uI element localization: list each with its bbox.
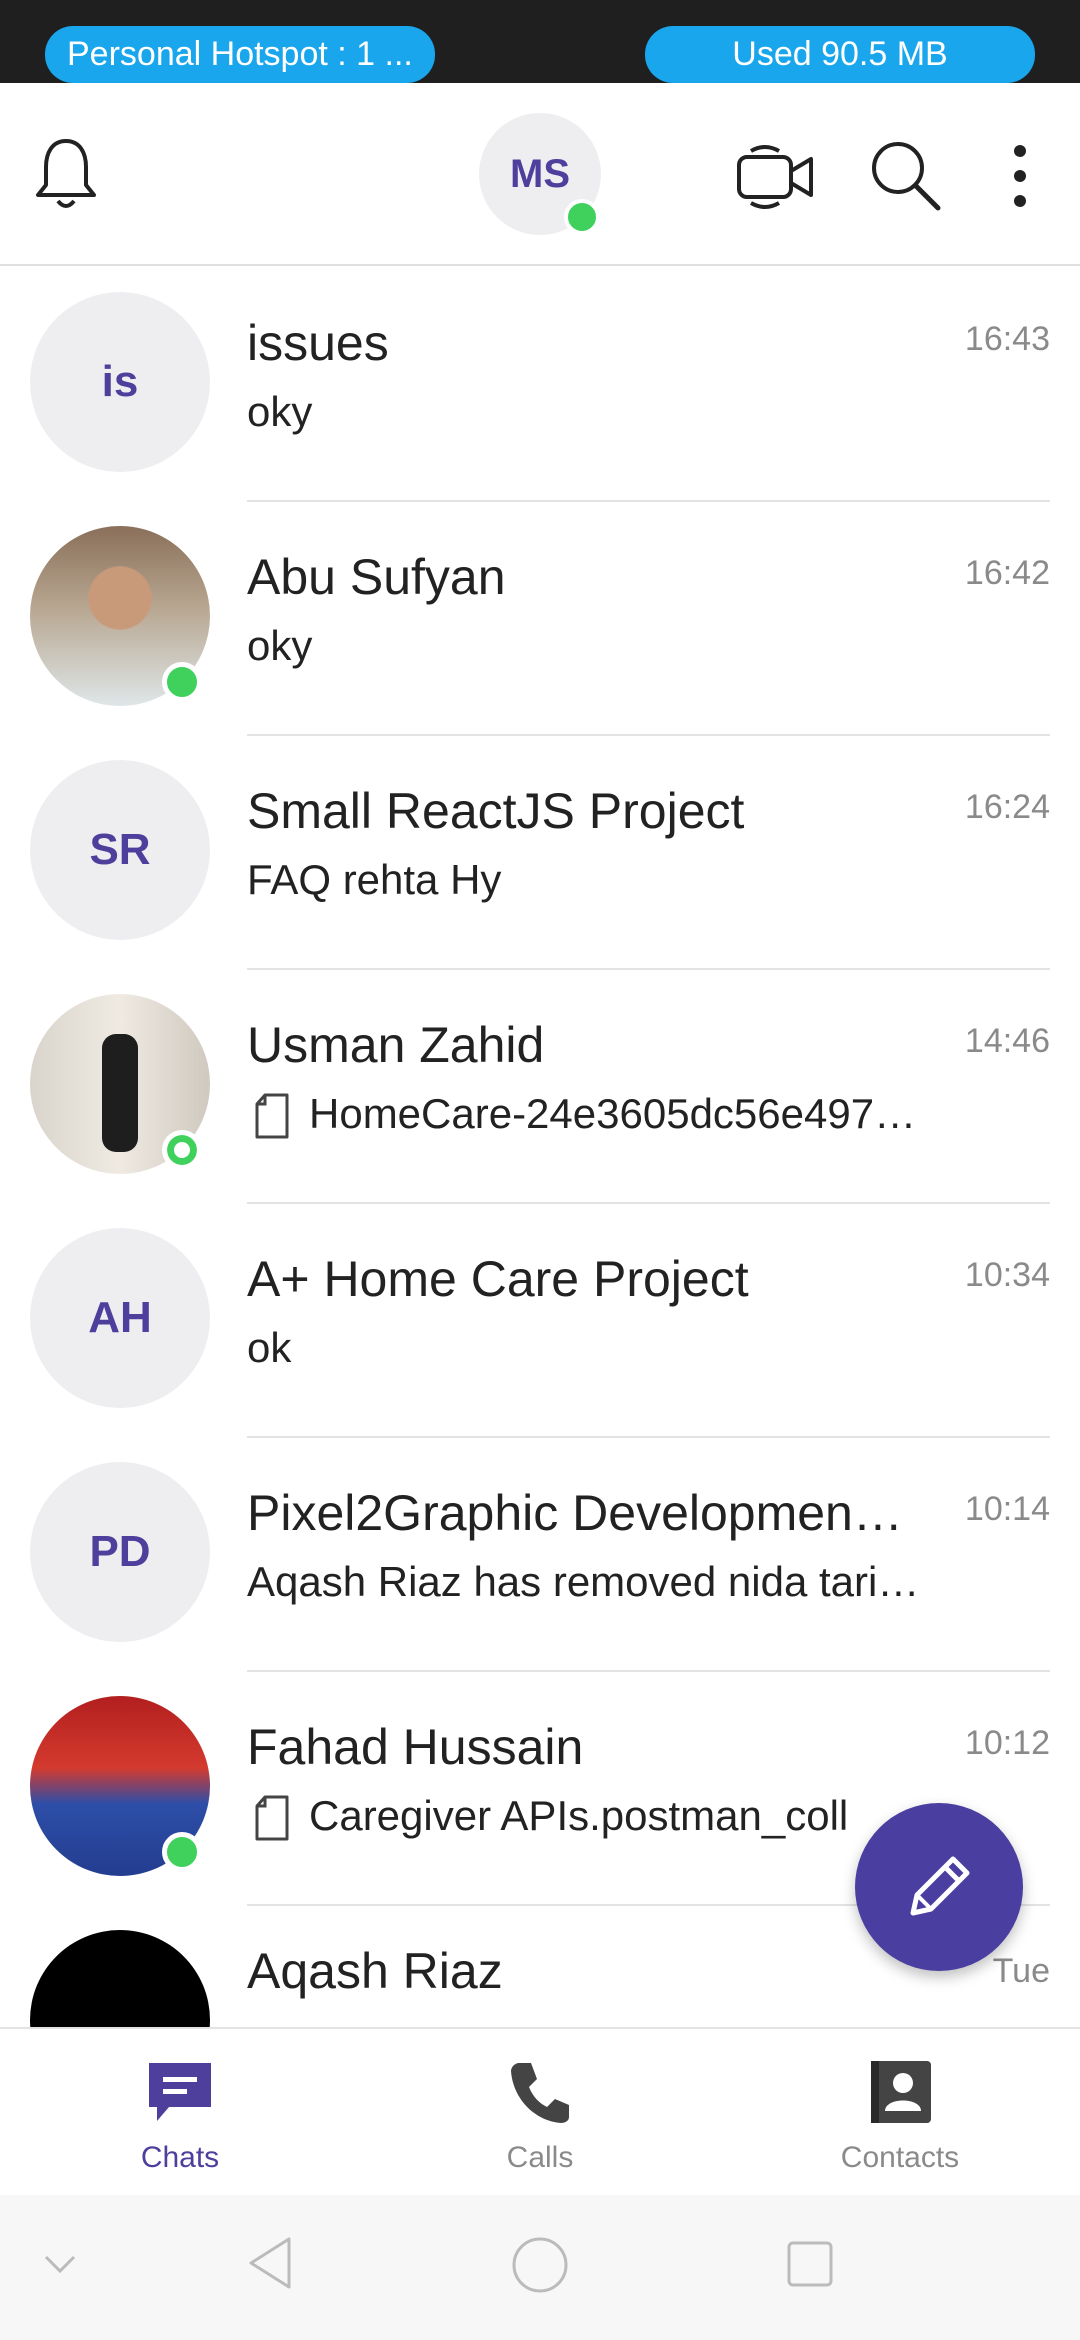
pencil-icon	[910, 1856, 970, 1916]
search-icon[interactable]	[868, 138, 942, 212]
chat-name: Fahad Hussain	[247, 1719, 584, 1775]
last-message: HomeCare-24e3605dc56e497…	[309, 1090, 917, 1137]
message-time: 16:24	[964, 788, 1050, 826]
video-call-icon[interactable]	[735, 141, 815, 213]
last-message: ok	[247, 1324, 292, 1371]
last-message: Aqash Riaz has removed nida tari…	[247, 1558, 920, 1605]
phone-icon	[511, 2063, 569, 2123]
last-message: FAQ rehta Hy	[247, 856, 502, 903]
bottom-navigation: Chats Calls Contacts	[0, 2027, 1080, 2195]
contacts-icon	[871, 2061, 931, 2123]
last-message: oky	[247, 622, 313, 669]
last-message: oky	[247, 388, 313, 435]
file-icon	[255, 1093, 289, 1139]
avatar: SR	[30, 760, 210, 940]
recents-icon[interactable]	[785, 2239, 835, 2289]
chat-name: Usman Zahid	[247, 1017, 545, 1073]
chat-row[interactable]: AH A+ Home Care Project ok 10:34	[0, 1204, 1080, 1438]
chat-list[interactable]: is issues oky 16:43 Abu Sufyan oky 16:42…	[0, 268, 1080, 2028]
chat-row[interactable]: Usman Zahid HomeCare-24e3605dc56e497… 14…	[0, 970, 1080, 1204]
message-time: 10:34	[964, 1256, 1050, 1294]
data-usage-indicator[interactable]: Used 90.5 MB	[645, 26, 1035, 83]
chat-row[interactable]: Abu Sufyan oky 16:42	[0, 502, 1080, 736]
online-status-dot	[162, 662, 202, 702]
message-time: 14:46	[964, 1022, 1050, 1060]
tab-chats[interactable]: Chats	[0, 2029, 360, 2197]
home-icon[interactable]	[510, 2235, 570, 2295]
avatar	[30, 1930, 210, 2028]
chat-row[interactable]: SR Small ReactJS Project FAQ rehta Hy 16…	[0, 736, 1080, 970]
chevron-down-icon[interactable]	[40, 2243, 80, 2283]
message-time: 16:42	[964, 554, 1050, 592]
message-time: 10:12	[964, 1724, 1050, 1762]
avatar: is	[30, 292, 210, 472]
chat-name: Pixel2Graphic Developmen…	[247, 1485, 903, 1541]
chat-name: Small ReactJS Project	[247, 783, 745, 839]
online-status-dot	[564, 199, 600, 235]
tab-calls[interactable]: Calls	[360, 2029, 720, 2197]
online-status-dot	[162, 1832, 202, 1872]
bell-icon[interactable]	[30, 133, 102, 213]
chat-row[interactable]: is issues oky 16:43	[0, 268, 1080, 502]
compose-button[interactable]	[855, 1803, 1023, 1971]
hotspot-indicator[interactable]: Personal Hotspot : 1 ...	[45, 26, 435, 83]
more-vert-icon[interactable]	[1000, 141, 1040, 211]
app-header: MS	[0, 83, 1080, 266]
chat-icon	[149, 2063, 211, 2121]
tab-label: Calls	[506, 2141, 574, 2174]
chat-name: Abu Sufyan	[247, 549, 506, 605]
message-time: 16:43	[964, 320, 1050, 358]
file-icon	[255, 1795, 289, 1841]
chat-row[interactable]: PD Pixel2Graphic Developmen… Aqash Riaz …	[0, 1438, 1080, 1672]
message-time: Tue	[992, 1952, 1050, 1990]
last-message: Caregiver APIs.postman_coll	[309, 1792, 849, 1839]
avatar: AH	[30, 1228, 210, 1408]
message-time: 10:14	[964, 1490, 1050, 1528]
back-icon[interactable]	[245, 2233, 295, 2293]
avatar: PD	[30, 1462, 210, 1642]
tab-label: Chats	[140, 2141, 220, 2174]
status-bar: Personal Hotspot : 1 ... Used 90.5 MB	[0, 0, 1080, 83]
system-navigation-bar	[0, 2195, 1080, 2340]
chat-name: A+ Home Care Project	[247, 1251, 749, 1307]
chat-name: issues	[247, 315, 389, 371]
chat-name: Aqash Riaz	[247, 1943, 503, 1999]
away-status-dot	[162, 1130, 202, 1170]
tab-contacts[interactable]: Contacts	[720, 2029, 1080, 2197]
tab-label: Contacts	[840, 2141, 960, 2174]
